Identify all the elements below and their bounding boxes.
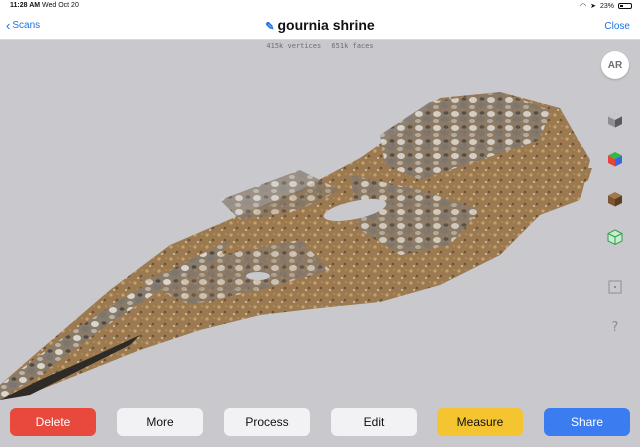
status-bar: 11:28 AM Wed Oct 20 ◠ ➤ 23% (0, 0, 640, 12)
status-time: 11:28 AM (10, 2, 41, 9)
scan-title[interactable]: ✎ gournia shrine (0, 17, 640, 33)
gray-cube-icon[interactable] (606, 111, 624, 129)
texture-cube-icon[interactable] (606, 190, 624, 208)
battery-percent: 23% (599, 2, 614, 10)
face-count: 651k faces (331, 42, 374, 50)
scan-model (0, 92, 592, 400)
more-button[interactable]: More (117, 408, 203, 436)
wireframe-cube-icon[interactable] (606, 228, 624, 246)
vertex-count: 415k vertices (266, 42, 322, 50)
help-icon[interactable]: ? (606, 317, 624, 335)
scan-title-text: gournia shrine (277, 17, 375, 33)
svg-text:?: ? (612, 320, 619, 335)
scan-viewport[interactable] (0, 40, 600, 400)
wifi-icon: ◠ (580, 3, 587, 10)
measure-button[interactable]: Measure (437, 408, 523, 436)
share-button[interactable]: Share (544, 408, 630, 436)
status-indicators: ◠ ➤ 23% (580, 2, 632, 10)
edit-button[interactable]: Edit (331, 408, 417, 436)
mesh-stats: 415k vertices 651k faces (0, 42, 640, 50)
close-button[interactable]: Close (604, 21, 630, 32)
bounding-box-icon[interactable] (606, 278, 624, 296)
pencil-icon: ✎ (265, 21, 275, 33)
status-date: Wed Oct 20 (42, 2, 79, 9)
color-cube-icon[interactable] (606, 150, 624, 168)
navigation-bar: ‹ Scans ✎ gournia shrine Close (0, 12, 640, 40)
battery-icon (618, 3, 632, 9)
process-button[interactable]: Process (224, 408, 310, 436)
ar-button[interactable]: AR (601, 51, 629, 79)
location-icon: ➤ (590, 3, 596, 10)
delete-button[interactable]: Delete (10, 408, 96, 436)
